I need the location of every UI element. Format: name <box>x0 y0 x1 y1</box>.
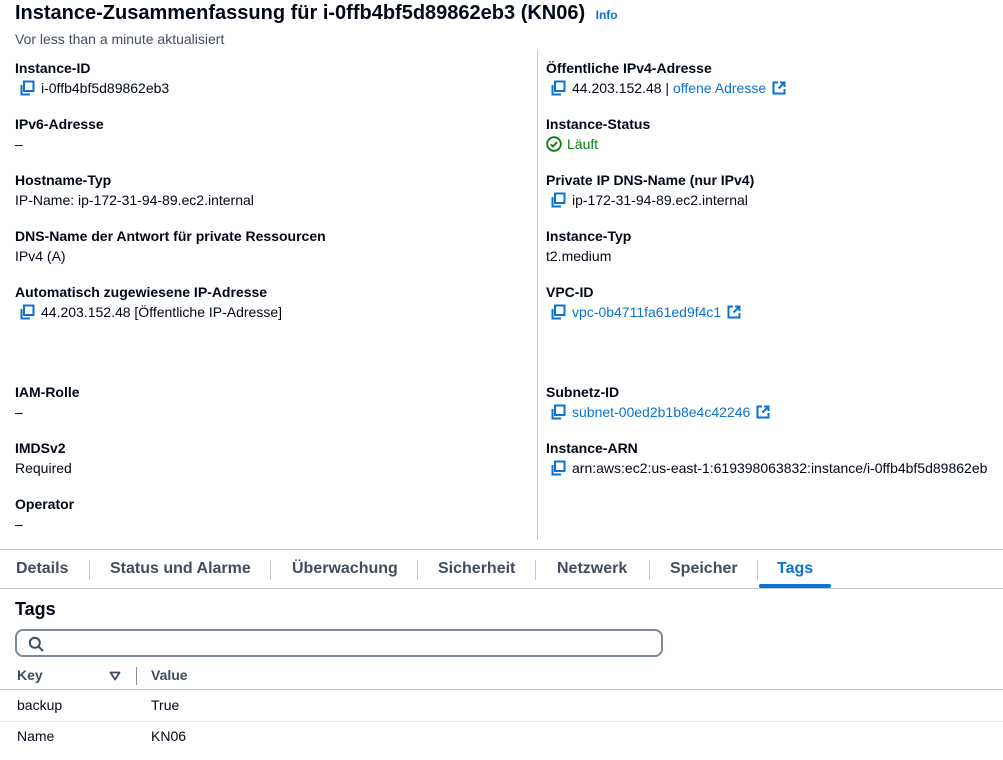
field-instance-id: Instance-ID i-0ffb4bf5d89862eb3 <box>15 59 169 97</box>
status-badge: Läuft <box>567 136 599 152</box>
field-label: Operator <box>15 496 75 512</box>
page-title: Instance-Zusammenfassung für i-0ffb4bf5d… <box>15 2 586 24</box>
tag-value: KN06 <box>151 728 187 744</box>
field-value: i-0ffb4bf5d89862eb3 <box>41 80 170 96</box>
field-label: Instance-ARN <box>546 440 638 456</box>
field-label: Instance-ID <box>15 60 91 76</box>
tab-divider <box>649 560 650 580</box>
table-row: backup True <box>0 691 1003 722</box>
tab-divider <box>89 560 90 580</box>
tab-status-alarms[interactable]: Status und Alarme <box>110 550 251 588</box>
vpc-link[interactable]: vpc-0b4711fa61ed9f4c1 <box>572 303 721 321</box>
open-address-link[interactable]: offene Adresse <box>673 79 766 97</box>
field-value: – <box>15 136 23 152</box>
field-instance-arn: Instance-ARN arn:aws:ec2:us-east-1:61939… <box>546 439 1003 477</box>
field-iam-role: IAM-Rolle – <box>15 383 80 421</box>
field-value: Required <box>15 460 72 476</box>
field-label: IAM-Rolle <box>15 384 80 400</box>
table-row: Name KN06 <box>0 722 1003 753</box>
column-divider <box>136 667 137 685</box>
tags-search-input[interactable] <box>51 633 651 653</box>
last-updated-text: Vor less than a minute aktualisiert <box>15 31 225 47</box>
tag-key: Name <box>17 728 55 744</box>
field-label: Instance-Typ <box>546 228 632 244</box>
field-value: – <box>15 516 23 532</box>
external-link-icon[interactable] <box>756 405 770 419</box>
tab-storage[interactable]: Speicher <box>670 550 738 588</box>
tags-section-title: Tags <box>15 599 56 619</box>
tag-value: True <box>151 697 180 713</box>
field-instance-status: Instance-Status Läuft <box>546 115 650 153</box>
field-value: – <box>15 404 23 420</box>
field-value: arn:aws:ec2:us-east-1:619398063832:insta… <box>572 460 988 476</box>
tab-network[interactable]: Netzwerk <box>557 550 627 588</box>
tab-security[interactable]: Sicherheit <box>438 550 515 588</box>
column-header-value: Value <box>151 667 188 683</box>
field-ipv6: IPv6-Adresse – <box>15 115 104 153</box>
field-label: DNS-Name der Antwort für private Ressour… <box>15 228 326 244</box>
field-vpc-id: VPC-ID vpc-0b4711fa61ed9f4c1 <box>546 283 741 321</box>
copy-icon[interactable] <box>19 80 35 96</box>
copy-icon[interactable] <box>550 460 566 476</box>
tab-divider <box>757 560 758 580</box>
copy-icon[interactable] <box>550 80 566 96</box>
field-subnet-id: Subnetz-ID subnet-00ed2b1b8e4c42246 <box>546 383 770 421</box>
tab-tags[interactable]: Tags <box>777 550 813 588</box>
search-icon <box>28 636 44 652</box>
field-imdsv2: IMDSv2 Required <box>15 439 72 477</box>
column-header-key[interactable]: Key <box>17 667 43 683</box>
field-private-dns: Private IP DNS-Name (nur IPv4) ip-172-31… <box>546 171 754 209</box>
copy-icon[interactable] <box>550 304 566 320</box>
sort-icon[interactable] <box>109 670 121 682</box>
active-tab-indicator <box>759 584 831 588</box>
field-value: 44.203.152.48 [Öffentliche IP-Adresse] <box>41 304 283 320</box>
tab-divider <box>417 560 418 580</box>
info-link[interactable]: Info <box>596 8 618 22</box>
field-operator: Operator – <box>15 495 74 533</box>
field-label: VPC-ID <box>546 284 594 300</box>
external-link-icon[interactable] <box>727 305 741 319</box>
field-label: Instance-Status <box>546 116 651 132</box>
field-label: Subnetz-ID <box>546 384 620 400</box>
tag-key: backup <box>17 697 63 713</box>
field-dns-private: DNS-Name der Antwort für private Ressour… <box>15 227 326 265</box>
tab-details[interactable]: Details <box>16 550 68 588</box>
status-ok-icon <box>546 136 562 152</box>
field-value: IP-Name: ip-172-31-94-89.ec2.internal <box>15 192 254 208</box>
page-header: Instance-Zusammenfassung für i-0ffb4bf5d… <box>15 2 618 25</box>
tags-table-header: Key Value <box>0 663 1003 690</box>
field-auto-ip: Automatisch zugewiesene IP-Adresse 44.20… <box>15 283 282 321</box>
tab-bar: Details Status und Alarme Überwachung Si… <box>0 549 1003 589</box>
copy-icon[interactable] <box>550 404 566 420</box>
copy-icon[interactable] <box>19 304 35 320</box>
tab-divider <box>535 560 536 580</box>
column-divider <box>537 50 538 540</box>
tab-divider <box>270 560 271 580</box>
subnet-link[interactable]: subnet-00ed2b1b8e4c42246 <box>572 403 750 421</box>
value-separator: | <box>661 80 673 96</box>
copy-icon[interactable] <box>550 192 566 208</box>
field-value: ip-172-31-94-89.ec2.internal <box>572 192 748 208</box>
field-hostname-type: Hostname-Typ IP-Name: ip-172-31-94-89.ec… <box>15 171 254 209</box>
field-instance-type: Instance-Typ t2.medium <box>546 227 631 265</box>
tab-monitoring[interactable]: Überwachung <box>292 550 398 588</box>
external-link-icon[interactable] <box>772 81 786 95</box>
field-value: IPv4 (A) <box>15 248 66 264</box>
field-label: Automatisch zugewiesene IP-Adresse <box>15 284 268 300</box>
field-value: t2.medium <box>546 248 612 264</box>
field-label: IMDSv2 <box>15 440 66 456</box>
field-label: Private IP DNS-Name (nur IPv4) <box>546 172 755 188</box>
tags-search-field[interactable] <box>15 629 663 657</box>
field-label: IPv6-Adresse <box>15 116 104 132</box>
field-value: 44.203.152.48 <box>572 80 662 96</box>
field-label: Hostname-Typ <box>15 172 112 188</box>
field-label: Öffentliche IPv4-Adresse <box>546 60 712 76</box>
field-public-ipv4: Öffentliche IPv4-Adresse 44.203.152.48 |… <box>546 59 786 97</box>
